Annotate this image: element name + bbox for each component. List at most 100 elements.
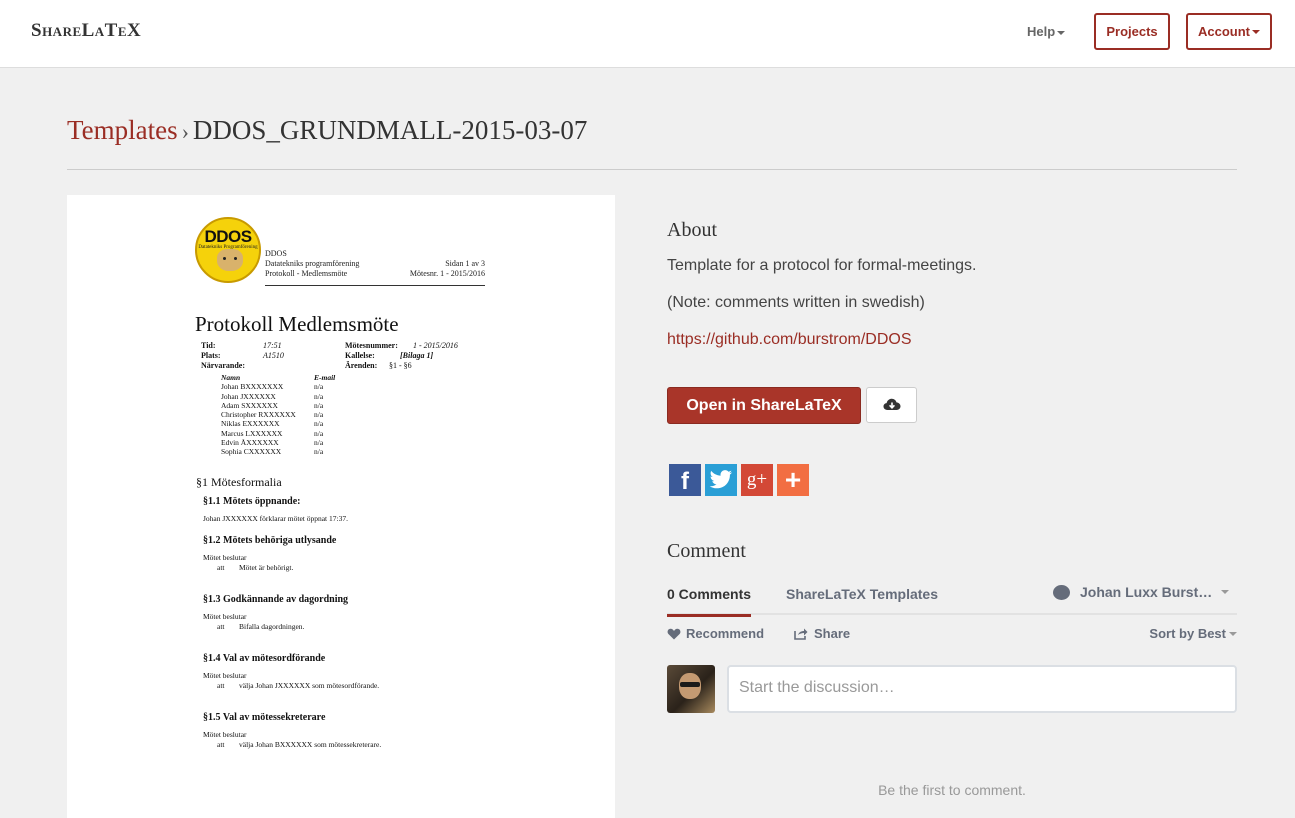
header-divider: [67, 169, 1237, 170]
share-button[interactable]: Share: [794, 626, 850, 641]
tab-community[interactable]: ShareLaTeX Templates: [786, 586, 938, 602]
comment-actions: Recommend Share Sort by Best: [667, 626, 1237, 644]
doc-header-line: DDOS: [265, 249, 287, 258]
user-name: Johan Luxx Burst…: [1080, 584, 1213, 600]
about-note: (Note: comments written in swedish): [667, 294, 925, 311]
doc-att: att: [217, 562, 225, 572]
meta-label: Plats:: [201, 351, 221, 360]
account-menu[interactable]: Account: [1186, 13, 1272, 50]
attendee-name: Johan JXXXXXX: [221, 391, 276, 401]
attendee-name: Niklas EXXXXXX: [221, 419, 280, 429]
github-link[interactable]: https://github.com/burstrom/DDOS: [667, 331, 912, 349]
doc-subsection-heading: §1.1 Mötets öppnande:: [203, 496, 301, 507]
attendee-email: n/a: [314, 391, 324, 401]
attendee-row: Johan JXXXXXX n/a: [221, 392, 335, 401]
attendee-name: Johan BXXXXXXX: [221, 382, 284, 392]
meta-value: A1510: [263, 351, 284, 360]
attendee-email: n/a: [314, 419, 324, 429]
doc-header-left: DDOS Datatekniks programförening Protoko…: [265, 249, 359, 279]
attendee-name: Sophia CXXXXXX: [221, 447, 282, 457]
doc-page-number: Sidan 1 av 3: [445, 259, 485, 268]
help-menu[interactable]: Help: [1027, 24, 1066, 39]
open-in-sharelatex-button[interactable]: Open in ShareLaTeX: [667, 387, 861, 424]
doc-line: Mötet beslutar: [203, 671, 247, 680]
doc-paragraph: Mötet beslutar att Bifalla dagordningen.: [203, 612, 304, 631]
attendee-row: Johan BXXXXXXX n/a: [221, 382, 335, 391]
empty-comments-message: Be the first to comment.: [878, 782, 1026, 798]
twitter-share-button[interactable]: [705, 464, 737, 496]
doc-meta-left: Tid: 17:51 Plats: A1510 Närvarande:: [201, 341, 284, 371]
attendee-name: Christopher RXXXXXX: [221, 410, 296, 420]
attendee-header-row: Namn E-mail: [221, 373, 335, 382]
doc-meeting-number: Mötesnr. 1 - 2015/2016: [409, 269, 485, 278]
attendee-name: Marcus LXXXXXX: [221, 428, 283, 438]
chevron-down-icon: [1229, 631, 1237, 636]
attendee-email: n/a: [314, 410, 324, 420]
googleplus-share-button[interactable]: g+: [741, 464, 773, 496]
comment-heading: Comment: [667, 540, 746, 562]
sort-menu[interactable]: Sort by Best: [1149, 626, 1237, 641]
help-label: Help: [1027, 24, 1056, 39]
attendee-row: Edvin ÅXXXXXX n/a: [221, 438, 335, 447]
discussion-input[interactable]: Start the discussion…: [727, 665, 1237, 713]
doc-att: att: [217, 739, 225, 749]
meta-value: §1 - §6: [389, 361, 412, 370]
cloud-download-icon: [883, 398, 900, 410]
chevron-down-icon: [1057, 30, 1066, 35]
tab-comments-count[interactable]: 0 Comments: [667, 586, 752, 617]
doc-line: Mötet beslutar: [203, 553, 247, 562]
about-heading: About: [667, 219, 717, 241]
doc-paragraph: Mötet beslutar att välja Johan JXXXXXX so…: [203, 671, 379, 690]
about-description: Template for a protocol for formal-meeti…: [667, 257, 977, 274]
projects-button[interactable]: Projects: [1094, 13, 1170, 50]
doc-paragraph: Johan JXXXXXX förklarar mötet öppnat 17:…: [203, 514, 348, 523]
logo-text: DDOS: [204, 227, 252, 246]
sort-label: Sort by Best: [1149, 626, 1226, 641]
addthis-share-button[interactable]: +: [777, 464, 809, 496]
heart-icon: [667, 628, 681, 639]
doc-line: Mötet beslutar: [203, 612, 247, 621]
share-icon: [794, 628, 808, 640]
meta-label: Mötesnummer:: [345, 341, 398, 350]
navbar: ShareLaTeX Help Projects Account: [0, 0, 1295, 68]
doc-header-rule: [265, 285, 485, 286]
doc-subsection-heading: §1.3 Godkännande av dagordning: [203, 594, 349, 605]
facebook-share-button[interactable]: f: [669, 464, 701, 496]
breadcrumb-separator: ›: [181, 119, 189, 144]
googleplus-icon: g+: [746, 469, 768, 490]
user-menu[interactable]: Johan Luxx Burst…: [1053, 584, 1230, 600]
recommend-button[interactable]: Recommend: [667, 626, 764, 641]
meta-label: Tid:: [201, 341, 216, 350]
preview-document: DDOS Datatekniks Programförening DDOS Da…: [67, 195, 615, 818]
attendee-name: Edvin ÅXXXXXX: [221, 438, 279, 448]
avatar[interactable]: [667, 665, 715, 713]
attendee-header: E-mail: [314, 373, 336, 382]
doc-att: att: [217, 621, 225, 631]
doc-line: Mötet är behörigt.: [239, 562, 294, 572]
download-button[interactable]: [866, 387, 917, 423]
recommend-label: Recommend: [686, 626, 765, 641]
page-title: DDOS_GRUNDMALL-2015-03-07: [192, 115, 588, 145]
doc-line: välja Johan BXXXXXX som mötessekreterare…: [239, 739, 382, 749]
attendee-email: n/a: [314, 428, 324, 438]
attendee-name: Adam SXXXXXX: [221, 400, 278, 410]
doc-line: Mötet beslutar: [203, 730, 247, 739]
doc-att: att: [217, 680, 225, 690]
doc-paragraph: Mötet beslutar att välja Johan BXXXXXX so…: [203, 730, 381, 749]
breadcrumb-templates-link[interactable]: Templates: [67, 115, 178, 145]
twitter-icon: [709, 470, 733, 489]
meta-label: Kallelse:: [345, 351, 375, 360]
doge-icon: [217, 249, 243, 271]
doc-header-right: Sidan 1 av 3 Mötesnr. 1 - 2015/2016: [385, 259, 485, 279]
doc-paragraph: Mötet beslutar att Mötet är behörigt.: [203, 553, 293, 572]
share-label: Share: [814, 626, 851, 641]
attendee-row: Sophia CXXXXXX n/a: [221, 447, 335, 456]
chevron-down-icon: [1252, 29, 1260, 34]
brand-logo[interactable]: ShareLaTeX: [31, 20, 141, 42]
doc-header-line: Protokoll - Medlemsmöte: [265, 269, 348, 278]
meta-label: Ärenden:: [345, 361, 378, 370]
meta-label: Närvarande:: [201, 361, 245, 370]
attendee-row: Marcus LXXXXXX n/a: [221, 429, 335, 438]
account-label: Account: [1198, 24, 1250, 39]
attendee-row: Christopher RXXXXXX n/a: [221, 410, 335, 419]
